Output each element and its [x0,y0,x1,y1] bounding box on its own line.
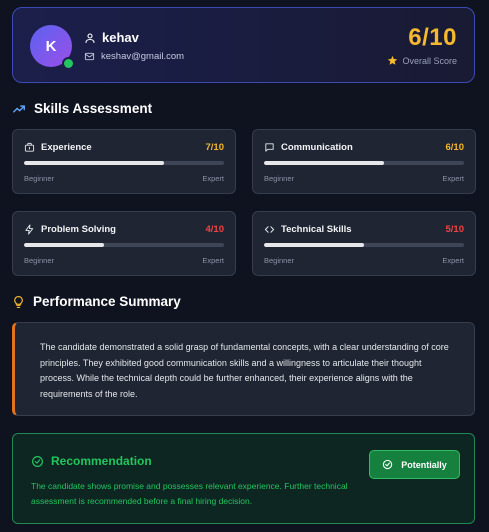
scale-max-label: Expert [202,256,224,265]
scale-min-label: Beginner [24,256,55,265]
recommendation-status-button[interactable]: Potentially [369,450,460,479]
lightbulb-icon [14,295,23,308]
star-icon [388,55,398,65]
skill-card-technical-skills: Technical Skills 5/10 Beginner Expert [252,211,476,276]
skill-label: Technical Skills [281,224,352,235]
skill-head: Communication [264,142,353,153]
skill-label: Communication [281,142,353,153]
online-status-dot [62,57,75,70]
skill-label: Problem Solving [41,224,116,235]
scale-min-label: Beginner [264,174,295,183]
skill-card-communication: Communication 6/10 Beginner Expert [252,129,476,194]
message-icon [265,143,274,152]
scale-max-label: Expert [442,256,464,265]
skill-card-problem-solving: Problem Solving 4/10 Beginner Expert [12,211,236,276]
recommendation-card: Recommendation The candidate shows promi… [12,433,475,524]
check-circle-icon [32,455,43,467]
scale-min-label: Beginner [24,174,55,183]
skill-progress-track [24,161,224,165]
skill-head: Technical Skills [264,224,352,235]
skill-head: Experience [24,142,92,153]
briefcase-icon [24,142,35,152]
recommendation-title: Recommendation [51,454,152,468]
candidate-name: kehav [102,30,139,45]
candidate-profile-card: K kehav keshav@gmail.com 6/10 Overall Sc… [12,7,475,83]
skill-score: 4/10 [205,224,225,235]
avatar: K [30,25,75,70]
skills-assessment-title: Skills Assessment [34,101,153,116]
skill-progress-fill [24,243,104,247]
code-icon [264,226,275,233]
mail-icon [84,52,95,61]
overall-score-label-row: Overall Score [387,55,457,66]
skill-score: 7/10 [205,142,225,153]
overall-score-label: Overall Score [402,55,457,66]
zap-icon [25,224,34,235]
skill-head: Problem Solving [24,224,116,235]
recommendation-title-row: Recommendation [31,454,152,468]
performance-summary-card: The candidate demonstrated a solid grasp… [12,322,475,416]
skill-progress-track [264,243,464,247]
user-name-row: kehav [84,30,139,45]
skill-score: 6/10 [445,142,465,153]
skill-progress-fill [24,161,164,165]
scale-max-label: Expert [202,174,224,183]
overall-score-value: 6/10 [408,24,457,51]
skill-score: 5/10 [445,224,465,235]
scale-max-label: Expert [442,174,464,183]
user-icon [85,32,95,43]
skill-progress-fill [264,161,384,165]
recommendation-text: The candidate shows promise and possesse… [31,481,348,506]
performance-summary-text: The candidate demonstrated a solid grasp… [40,342,449,399]
skill-progress-fill [264,243,364,247]
performance-summary-heading: Performance Summary [12,294,181,309]
candidate-email: keshav@gmail.com [101,51,185,62]
skills-assessment-heading: Skills Assessment [12,101,152,116]
skill-progress-track [264,161,464,165]
recommendation-status-label: Potentially [401,459,447,470]
trending-up-icon [13,104,25,113]
skill-label: Experience [41,142,92,153]
scale-min-label: Beginner [264,256,295,265]
performance-summary-title: Performance Summary [33,294,181,309]
avatar-initial: K [45,37,57,55]
check-circle-icon [383,459,393,470]
skill-progress-track [24,243,224,247]
skill-card-experience: Experience 7/10 Beginner Expert [12,129,236,194]
email-row: keshav@gmail.com [84,51,184,62]
